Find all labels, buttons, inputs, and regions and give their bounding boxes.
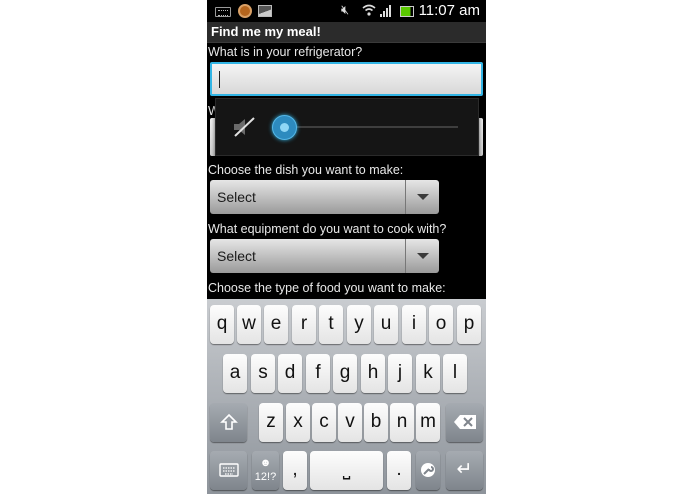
key-f[interactable]: f xyxy=(306,354,330,393)
dish-spinner-value: Select xyxy=(217,189,256,205)
key-j[interactable]: j xyxy=(388,354,412,393)
emoticon-label: ☻ xyxy=(259,457,272,469)
key-h[interactable]: h xyxy=(361,354,385,393)
wrench-icon xyxy=(421,463,435,477)
key-y[interactable]: y xyxy=(347,305,371,344)
space-key[interactable]: ⎵ xyxy=(310,451,383,490)
equipment-label: What equipment do you want to cook with? xyxy=(208,222,447,236)
key-v[interactable]: v xyxy=(338,403,362,442)
phone-screen: 🔇︎ 11:07 am Find me my meal! What is in … xyxy=(207,0,486,494)
speaker-muted-icon[interactable] xyxy=(232,116,256,138)
fridge-ingredients-input[interactable] xyxy=(210,62,483,96)
key-s[interactable]: s xyxy=(251,354,275,393)
key-r[interactable]: r xyxy=(292,305,316,344)
volume-slider-track[interactable] xyxy=(282,126,458,128)
period-key[interactable]: . xyxy=(387,451,411,490)
status-time: 11:07 am xyxy=(418,2,480,19)
key-k[interactable]: k xyxy=(416,354,440,393)
status-bar: 🔇︎ 11:07 am xyxy=(207,0,486,22)
key-g[interactable]: g xyxy=(333,354,357,393)
image-notification-icon xyxy=(258,5,272,17)
key-m[interactable]: m xyxy=(416,403,440,442)
settings-key[interactable] xyxy=(416,451,440,490)
key-o[interactable]: o xyxy=(429,305,453,344)
equipment-spinner[interactable]: Select xyxy=(210,239,439,273)
key-x[interactable]: x xyxy=(286,403,310,442)
enter-key[interactable]: ↵ xyxy=(446,451,483,490)
key-z[interactable]: z xyxy=(259,403,283,442)
symbols-key-label: 12!? xyxy=(254,471,277,483)
app-title: Find me my meal! xyxy=(211,24,321,39)
shift-key[interactable] xyxy=(210,403,247,442)
keyboard-settings-key[interactable] xyxy=(210,451,247,490)
chevron-down-icon xyxy=(405,239,439,273)
key-l[interactable]: l xyxy=(443,354,467,393)
key-i[interactable]: i xyxy=(402,305,426,344)
food-type-label: Choose the type of food you want to make… xyxy=(208,281,446,295)
text-cursor xyxy=(219,71,220,88)
fridge-label: What is in your refrigerator? xyxy=(208,45,363,59)
volume-panel xyxy=(215,98,479,156)
comma-key[interactable]: , xyxy=(283,451,307,490)
signal-icon xyxy=(380,5,394,17)
keyboard-notification-icon xyxy=(215,7,231,17)
key-t[interactable]: t xyxy=(319,305,343,344)
key-p[interactable]: p xyxy=(457,305,481,344)
battery-icon xyxy=(400,6,414,17)
title-bar: Find me my meal! xyxy=(207,22,486,43)
key-b[interactable]: b xyxy=(364,403,388,442)
dish-spinner[interactable]: Select xyxy=(210,180,439,214)
key-e[interactable]: e xyxy=(264,305,288,344)
backspace-icon xyxy=(453,415,476,429)
key-d[interactable]: d xyxy=(278,354,302,393)
key-n[interactable]: n xyxy=(390,403,414,442)
key-q[interactable]: q xyxy=(210,305,234,344)
keyboard-icon xyxy=(218,463,239,477)
volume-slider-thumb[interactable] xyxy=(272,115,297,140)
key-w[interactable]: w xyxy=(237,305,261,344)
shift-icon xyxy=(219,413,238,430)
key-a[interactable]: a xyxy=(223,354,247,393)
soft-keyboard: q w e r t y u i o p a s d f g h j k l z … xyxy=(207,299,486,494)
symbols-key[interactable]: ☻ 12!? xyxy=(252,451,279,490)
equipment-spinner-value: Select xyxy=(217,248,256,264)
backspace-key[interactable] xyxy=(446,403,483,442)
wifi-icon xyxy=(362,4,376,18)
dish-label: Choose the dish you want to make: xyxy=(208,163,404,177)
key-u[interactable]: u xyxy=(374,305,398,344)
chevron-down-icon xyxy=(405,180,439,214)
mute-icon: 🔇︎ xyxy=(341,3,350,18)
key-c[interactable]: c xyxy=(312,403,336,442)
app-notification-icon xyxy=(238,4,252,18)
